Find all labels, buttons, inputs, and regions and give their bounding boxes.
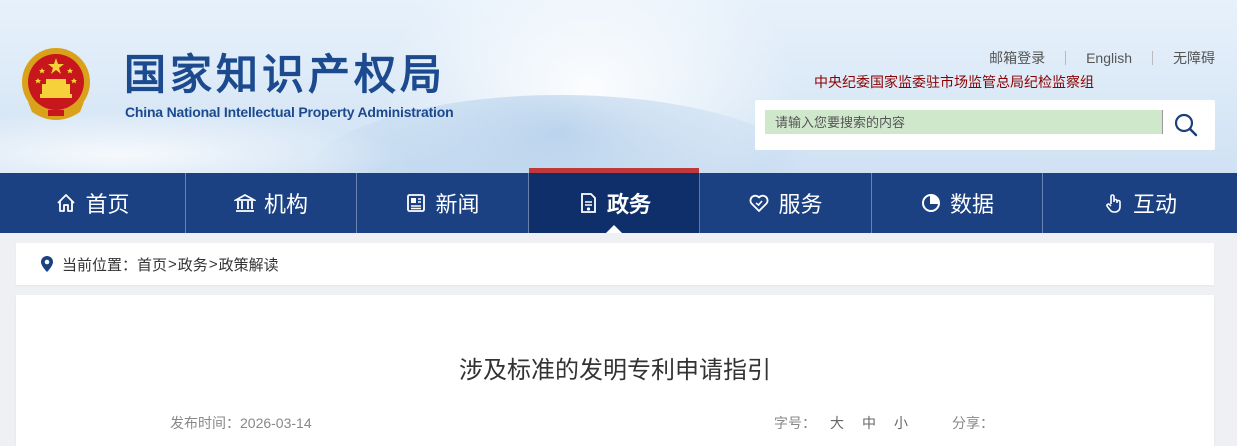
breadcrumb-home[interactable]: 首页	[137, 254, 167, 275]
site-header: 国家知识产权局 China National Intellectual Prop…	[0, 0, 1237, 173]
font-size-medium-button[interactable]: 中	[862, 413, 876, 433]
accessibility-link[interactable]: 无障碍	[1173, 48, 1215, 68]
nav-label: 服务	[778, 193, 823, 218]
national-emblem-icon[interactable]	[18, 44, 94, 124]
hand-touch-icon	[1106, 194, 1121, 213]
discipline-inspection-link[interactable]: 中央纪委国家监委驻市场监管总局纪检监察组	[814, 72, 1094, 92]
main-nav: 首页 机构 新闻 政务 服务 数据 互动	[0, 168, 1237, 233]
nav-label: 政务	[606, 193, 651, 218]
breadcrumb-prefix: 当前位置：	[62, 256, 138, 274]
search-box	[755, 100, 1215, 150]
heart-service-icon	[750, 194, 769, 212]
nav-item-home[interactable]: 首页	[0, 173, 186, 233]
nav-item-government-affairs[interactable]: 政务	[529, 168, 700, 233]
breadcrumb-policy-interpretation[interactable]: 政策解读	[219, 254, 279, 275]
location-pin-icon	[41, 256, 53, 272]
link-separator	[1152, 51, 1153, 65]
english-link[interactable]: English	[1086, 50, 1132, 66]
nav-label: 新闻	[435, 193, 480, 218]
nav-item-institution[interactable]: 机构	[186, 173, 357, 233]
top-links: 邮箱登录 English 无障碍	[989, 48, 1215, 68]
breadcrumb-government-affairs[interactable]: 政务	[178, 254, 208, 275]
nav-label: 数据	[949, 193, 994, 218]
nav-item-news[interactable]: 新闻	[357, 173, 529, 233]
search-divider	[1162, 110, 1163, 134]
link-separator	[1065, 51, 1067, 65]
font-size-small-button[interactable]: 小	[894, 413, 908, 433]
logo-english-name[interactable]: China National Intellectual Property Adm…	[125, 104, 454, 120]
document-icon	[581, 193, 596, 213]
nav-item-service[interactable]: 服务	[700, 173, 872, 233]
publish-info: 发布时间：2026-03-14	[170, 413, 312, 433]
article-title: 涉及标准的发明专利申请指引	[459, 356, 771, 384]
nav-label: 互动	[1132, 193, 1177, 218]
breadcrumb: 当前位置： 首页 > 政务 > 政策解读	[16, 243, 1214, 285]
institution-icon	[233, 193, 256, 212]
home-icon	[57, 194, 76, 212]
breadcrumb-separator: >	[168, 255, 177, 273]
share-label: 分享：	[952, 415, 994, 431]
nav-item-interaction[interactable]: 互动	[1043, 173, 1237, 233]
nav-label: 机构	[263, 193, 308, 218]
publish-date: 2026-03-14	[240, 415, 312, 431]
news-icon	[407, 194, 426, 212]
nav-item-data[interactable]: 数据	[872, 173, 1043, 233]
nav-label: 首页	[85, 193, 130, 218]
search-icon[interactable]	[1171, 110, 1201, 140]
search-input[interactable]	[765, 110, 1162, 134]
publish-label: 发布时间：	[170, 415, 240, 431]
article-tools: 字号： 大 中 小 分享：	[774, 413, 994, 433]
pie-chart-icon	[921, 194, 940, 212]
logo-chinese-name[interactable]: 国家知识产权局	[124, 50, 446, 100]
mail-login-link[interactable]: 邮箱登录	[989, 48, 1045, 68]
breadcrumb-separator: >	[208, 255, 218, 273]
font-size-label: 字号：	[774, 415, 816, 431]
article-panel: 涉及标准的发明专利申请指引 发布时间：2026-03-14 字号： 大 中 小 …	[16, 295, 1214, 446]
font-size-large-button[interactable]: 大	[830, 413, 844, 433]
